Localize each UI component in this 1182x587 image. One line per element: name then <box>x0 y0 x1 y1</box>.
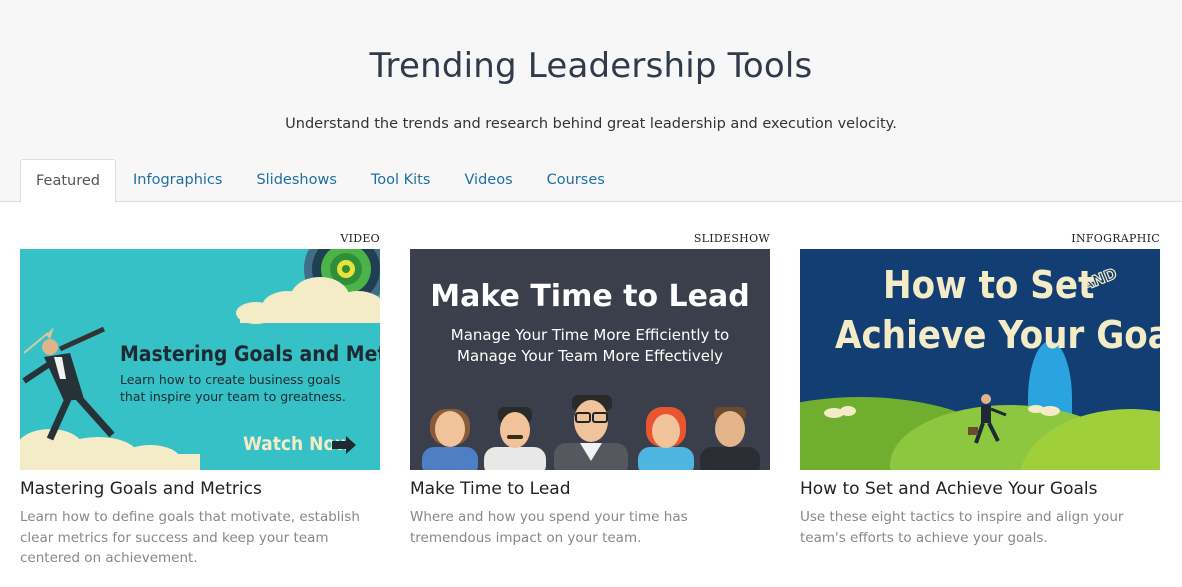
tab-videos[interactable]: Videos <box>447 159 529 202</box>
tab-featured[interactable]: Featured <box>20 159 116 203</box>
page-title: Trending Leadership Tools <box>369 46 813 86</box>
thumbnail-make-time[interactable]: Make Time to Lead Manage Your Time More … <box>410 249 770 470</box>
tab-tool-kits[interactable]: Tool Kits <box>354 159 448 202</box>
thumbnail-set-goals[interactable]: How to Set AND Achieve Your Goals <box>800 249 1160 470</box>
content-type-label: INFOGRAPHIC <box>1071 232 1160 245</box>
thumb-heading: Make Time to Lead <box>430 279 749 314</box>
resource-card-make-time: SLIDESHOW Make Time to Lead Manage Your … <box>410 232 770 548</box>
card-description: Use these eight tactics to inspire and a… <box>800 509 1124 546</box>
thumb-line-1: Learn how to create business goals <box>120 372 341 387</box>
content-type-label: SLIDESHOW <box>693 232 770 245</box>
thumb-line-2: Achieve Your Goals <box>835 313 1160 357</box>
thumb-line-1: Manage Your Time More Efficiently to <box>451 326 729 344</box>
thumb-line-1: How to Set <box>883 263 1094 307</box>
thumb-line-2: Manage Your Team More Effectively <box>457 347 723 365</box>
thumbnail-goals-metrics[interactable]: Mastering Goals and Metrics Learn how to… <box>20 249 380 470</box>
tab-courses[interactable]: Courses <box>530 159 622 202</box>
card-title[interactable]: Mastering Goals and Metrics <box>20 479 380 499</box>
tab-slideshows[interactable]: Slideshows <box>239 159 353 202</box>
tab-bar: Featured Infographics Slideshows Tool Ki… <box>20 159 622 203</box>
card-title[interactable]: Make Time to Lead <box>410 479 770 499</box>
card-title[interactable]: How to Set and Achieve Your Goals <box>800 479 1160 499</box>
card-description: Learn how to define goals that motivate,… <box>20 509 360 566</box>
resource-card-set-goals: INFOGRAPHIC How to Set AND Achieve Your … <box>800 232 1160 548</box>
content-type-label: VIDEO <box>340 232 380 245</box>
thumb-heading: Mastering Goals and Metrics <box>120 342 380 366</box>
card-description: Where and how you spend your time has tr… <box>410 509 688 546</box>
tab-infographics[interactable]: Infographics <box>116 159 239 202</box>
thumb-line-2: that inspire your team to greatness. <box>120 389 346 404</box>
resource-card-goals-metrics: VIDEO Mastering Goals and Me Learn how t… <box>20 232 380 569</box>
page-subtitle: Understand the trends and research behin… <box>285 116 897 132</box>
